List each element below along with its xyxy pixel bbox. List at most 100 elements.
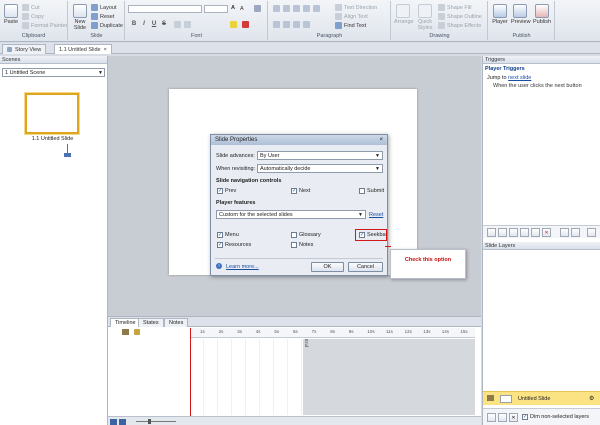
- drawing-label: Drawing: [429, 33, 450, 39]
- new-trigger-icon[interactable]: [487, 228, 496, 237]
- tab-states[interactable]: States: [138, 318, 164, 327]
- cut-button[interactable]: Cut: [22, 4, 40, 11]
- layout-button[interactable]: Layout: [91, 4, 117, 11]
- checkbox-menu[interactable]: ✓: [217, 232, 223, 238]
- shape-outline-button[interactable]: Shape Outline: [438, 13, 482, 20]
- zoom-slider-thumb[interactable]: [148, 419, 151, 424]
- move-down-icon[interactable]: [571, 228, 580, 237]
- slide-advances-select[interactable]: By User ▼: [257, 151, 383, 160]
- checkbox-prev[interactable]: ✓: [217, 188, 223, 194]
- checkbox-resources[interactable]: ✓: [217, 242, 223, 248]
- zoom-slider[interactable]: [136, 421, 176, 422]
- resources-checkbox[interactable]: ✓ Resources: [217, 242, 251, 248]
- close-icon[interactable]: ×: [379, 135, 383, 145]
- find-text-button[interactable]: Find Text: [335, 22, 366, 29]
- quick-styles-button[interactable]: Quick Styles: [416, 4, 434, 31]
- slide-thumbnail[interactable]: [25, 93, 79, 134]
- subscript-icon[interactable]: [174, 21, 181, 28]
- trigger-settings-icon[interactable]: [587, 228, 596, 237]
- prev-checkbox[interactable]: ✓ Prev: [217, 188, 236, 194]
- edit-trigger-icon[interactable]: [498, 228, 507, 237]
- duplicate-layer-icon[interactable]: [498, 413, 507, 422]
- align-right-icon[interactable]: [293, 21, 300, 28]
- menu-checkbox[interactable]: ✓ Menu: [217, 232, 239, 238]
- preview-button[interactable]: Preview: [511, 4, 531, 25]
- reset-button[interactable]: Reset: [91, 13, 114, 20]
- shrink-font-button[interactable]: A: [240, 6, 244, 12]
- clear-format-icon[interactable]: [254, 5, 261, 12]
- checkbox-notes[interactable]: [291, 242, 297, 248]
- font-family-select[interactable]: [128, 5, 202, 13]
- align-text-button[interactable]: Align Text: [335, 13, 368, 20]
- move-up-icon[interactable]: [560, 228, 569, 237]
- shape-fill-button[interactable]: Shape Fill: [438, 4, 471, 11]
- eye-icon[interactable]: [122, 329, 129, 335]
- play-icon[interactable]: [110, 419, 117, 425]
- dim-layers-checkbox[interactable]: ✓ Dim non-selected layers: [522, 414, 589, 420]
- format-painter-button[interactable]: Format Painter: [22, 22, 67, 29]
- grow-font-button[interactable]: A: [231, 5, 235, 11]
- bullets-icon[interactable]: [273, 5, 280, 12]
- cancel-button[interactable]: Cancel: [348, 262, 383, 272]
- gear-icon[interactable]: ⚙: [589, 395, 597, 403]
- glossary-checkbox[interactable]: Glossary: [291, 232, 321, 238]
- outdent-icon[interactable]: [293, 5, 300, 12]
- ruler-tick: 11s: [386, 329, 393, 334]
- align-center-icon[interactable]: [283, 21, 290, 28]
- delete-trigger-icon[interactable]: ✕: [542, 228, 551, 237]
- shape-effects-button[interactable]: Shape Effects: [438, 22, 481, 29]
- italic-button[interactable]: I: [140, 21, 148, 27]
- layout-icon: [91, 4, 98, 11]
- checkbox-next[interactable]: ✓: [291, 188, 297, 194]
- next-slide-link[interactable]: next slide: [508, 75, 531, 81]
- help-icon[interactable]: ?: [216, 263, 222, 269]
- variables-icon[interactable]: [531, 228, 540, 237]
- scene-select[interactable]: 1 Untitled Scene ▼: [2, 68, 105, 77]
- submit-checkbox[interactable]: Submit: [359, 188, 384, 194]
- notes-checkbox[interactable]: Notes: [291, 242, 313, 248]
- text-direction-button[interactable]: Text Direction: [335, 4, 377, 11]
- stop-icon[interactable]: [119, 419, 126, 425]
- duplicate-button[interactable]: Duplicate: [91, 22, 123, 29]
- new-slide-button[interactable]: New Slide: [71, 4, 89, 31]
- font-color-icon[interactable]: [242, 21, 249, 28]
- paste-button[interactable]: Paste: [2, 4, 20, 25]
- checkbox-submit[interactable]: [359, 188, 365, 194]
- timeline-playhead[interactable]: [190, 328, 191, 425]
- reset-link[interactable]: Reset: [369, 212, 383, 218]
- checkbox-glossary[interactable]: [291, 232, 297, 238]
- align-left-icon[interactable]: [273, 21, 280, 28]
- chevron-down-icon: ▼: [375, 166, 380, 172]
- player-button[interactable]: Player: [491, 4, 509, 25]
- eye-icon[interactable]: [487, 395, 494, 401]
- numbering-icon[interactable]: [283, 5, 290, 12]
- indent-icon[interactable]: [303, 5, 310, 12]
- copy-trigger-icon[interactable]: [509, 228, 518, 237]
- layer-row-base[interactable]: Untitled Slide ⚙: [483, 391, 600, 405]
- underline-button[interactable]: U: [150, 21, 158, 27]
- tab-notes[interactable]: Notes: [164, 318, 189, 327]
- tab-story-view[interactable]: Story View: [2, 44, 47, 54]
- new-layer-icon[interactable]: [487, 413, 496, 422]
- close-tab-icon[interactable]: ×: [104, 45, 107, 55]
- strikethrough-button[interactable]: S: [160, 21, 168, 27]
- next-checkbox[interactable]: ✓ Next: [291, 188, 310, 194]
- delete-layer-icon[interactable]: ✕: [509, 413, 518, 422]
- player-features-select[interactable]: Custom for the selected slides ▼: [216, 210, 366, 219]
- learn-more-link[interactable]: Learn more...: [226, 264, 259, 270]
- paste-trigger-icon[interactable]: [520, 228, 529, 237]
- when-revisiting-select[interactable]: Automatically decide ▼: [257, 164, 383, 173]
- tab-timeline[interactable]: Timeline: [110, 318, 141, 327]
- line-spacing-icon[interactable]: [313, 5, 320, 12]
- justify-icon[interactable]: [303, 21, 310, 28]
- font-size-select[interactable]: [204, 5, 228, 13]
- copy-button[interactable]: Copy: [22, 13, 44, 20]
- bold-button[interactable]: B: [130, 21, 138, 27]
- superscript-icon[interactable]: [184, 21, 191, 28]
- tab-untitled-slide[interactable]: 1.1 Untitled Slide ×: [54, 44, 112, 54]
- arrange-button[interactable]: Arrange: [394, 4, 414, 25]
- ok-button[interactable]: OK: [311, 262, 344, 272]
- highlight-icon[interactable]: [230, 21, 237, 28]
- lock-icon[interactable]: [134, 329, 140, 335]
- publish-button[interactable]: Publish: [533, 4, 551, 25]
